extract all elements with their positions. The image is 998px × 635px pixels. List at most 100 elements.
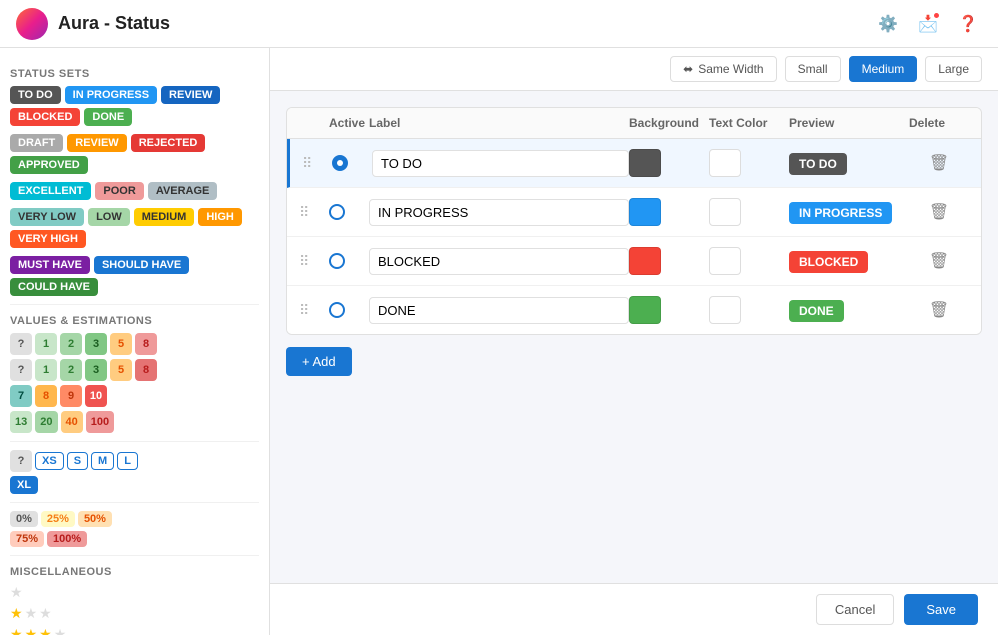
status-group-2: DRAFT REVIEW REJECTED APPROVED	[10, 134, 259, 174]
text-color-done[interactable]	[709, 296, 741, 324]
num-3b[interactable]: 3	[85, 359, 107, 381]
drag-handle-2[interactable]: ⠿	[299, 204, 329, 221]
radio-blocked[interactable]	[329, 253, 345, 269]
num-5a[interactable]: 5	[110, 333, 132, 355]
num-q[interactable]: ?	[10, 333, 32, 355]
radio-inprogress[interactable]	[329, 204, 345, 220]
pct-75[interactable]: 75%	[10, 531, 44, 547]
num-7[interactable]: 7	[10, 385, 32, 407]
radio-done[interactable]	[329, 302, 345, 318]
stars-1[interactable]: ★	[10, 584, 259, 601]
same-width-button[interactable]: ⬌ Same Width	[670, 56, 776, 82]
bg-swatch-blocked[interactable]	[629, 247, 661, 275]
pct-25[interactable]: 25%	[41, 511, 75, 527]
pct-100[interactable]: 100%	[47, 531, 87, 547]
num-13[interactable]: 13	[10, 411, 32, 433]
tag-average[interactable]: AVERAGE	[148, 182, 218, 200]
panel-footer: Cancel Save	[270, 583, 998, 635]
size-l[interactable]: L	[117, 452, 138, 470]
num-3a[interactable]: 3	[85, 333, 107, 355]
table-row: ⠿ BLOCKED 🗑	[287, 237, 981, 286]
table-row: ⠿ IN PROGRESS 🗑	[287, 188, 981, 237]
settings-icon[interactable]: ⚙️	[874, 10, 902, 38]
save-button[interactable]: Save	[904, 594, 978, 625]
tag-couldhave[interactable]: COULD HAVE	[10, 278, 98, 296]
radio-todo[interactable]	[332, 155, 348, 171]
help-icon[interactable]: ❓	[954, 10, 982, 38]
app-title: Aura - Status	[58, 13, 170, 34]
tag-poor[interactable]: POOR	[95, 182, 143, 200]
delete-blocked[interactable]: 🗑	[909, 247, 969, 275]
stars-2[interactable]: ★ ★ ★	[10, 605, 259, 622]
bg-swatch-inprogress[interactable]	[629, 198, 661, 226]
label-input-inprogress[interactable]	[369, 199, 629, 226]
table-row: ⠿ DONE 🗑	[287, 286, 981, 334]
tag-blocked[interactable]: BLOCKED	[10, 108, 80, 126]
num-5b[interactable]: 5	[110, 359, 132, 381]
num-10[interactable]: 10	[85, 385, 107, 407]
num-1a[interactable]: 1	[35, 333, 57, 355]
tag-done[interactable]: DONE	[84, 108, 132, 126]
label-input-todo[interactable]	[372, 150, 629, 177]
tag-inprogress[interactable]: IN PROGRESS	[65, 86, 157, 104]
status-group-3: EXCELLENT POOR AVERAGE	[10, 182, 259, 200]
panel-body: Active Label Background Text Color Previ…	[270, 91, 998, 583]
medium-button[interactable]: Medium	[849, 56, 918, 82]
tag-rejected[interactable]: REJECTED	[131, 134, 206, 152]
bg-swatch-todo[interactable]	[629, 149, 661, 177]
status-sets-title: Status Sets	[10, 68, 259, 80]
size-m[interactable]: M	[91, 452, 114, 470]
num-9[interactable]: 9	[60, 385, 82, 407]
delete-inprogress[interactable]: 🗑	[909, 198, 969, 226]
size-xs[interactable]: XS	[35, 452, 64, 470]
num-40[interactable]: 40	[61, 411, 83, 433]
num-8a[interactable]: 8	[135, 333, 157, 355]
num-1b[interactable]: 1	[35, 359, 57, 381]
tag-approved[interactable]: APPROVED	[10, 156, 88, 174]
num-q2[interactable]: ?	[10, 359, 32, 381]
size-s[interactable]: S	[67, 452, 88, 470]
small-button[interactable]: Small	[785, 56, 841, 82]
text-color-inprogress[interactable]	[709, 198, 741, 226]
label-input-blocked[interactable]	[369, 248, 629, 275]
cancel-button[interactable]: Cancel	[816, 594, 894, 625]
drag-handle-4[interactable]: ⠿	[299, 302, 329, 319]
tag-low[interactable]: LOW	[88, 208, 130, 226]
num-2b[interactable]: 2	[60, 359, 82, 381]
tag-veryhigh[interactable]: VERY HIGH	[10, 230, 86, 248]
large-button[interactable]: Large	[925, 56, 982, 82]
tag-medium[interactable]: MEDIUM	[134, 208, 195, 226]
stars-3[interactable]: ★ ★ ★ ★	[10, 626, 259, 635]
drag-handle-3[interactable]: ⠿	[299, 253, 329, 270]
tag-draft[interactable]: DRAFT	[10, 134, 63, 152]
tag-musthave[interactable]: MUST HAVE	[10, 256, 90, 274]
divider-2	[10, 441, 259, 442]
header-icons: ⚙️ 📩 ❓	[874, 10, 982, 38]
delete-todo[interactable]: 🗑	[909, 149, 969, 177]
text-color-blocked[interactable]	[709, 247, 741, 275]
tag-todo[interactable]: TO DO	[10, 86, 61, 104]
size-q[interactable]: ?	[10, 450, 32, 472]
tag-excellent[interactable]: EXCELLENT	[10, 182, 91, 200]
tag-verylow[interactable]: VERY LOW	[10, 208, 84, 226]
notifications-icon[interactable]: 📩	[914, 10, 942, 38]
col-textcolor-header: Text Color	[709, 116, 789, 130]
text-color-todo[interactable]	[709, 149, 741, 177]
pct-0[interactable]: 0%	[10, 511, 38, 527]
num-8c[interactable]: 8	[35, 385, 57, 407]
drag-handle-1[interactable]: ⠿	[302, 155, 332, 172]
size-xl[interactable]: XL	[10, 476, 38, 494]
tag-review-orange[interactable]: REVIEW	[67, 134, 126, 152]
bg-swatch-done[interactable]	[629, 296, 661, 324]
num-100[interactable]: 100	[86, 411, 114, 433]
tag-review[interactable]: REVIEW	[161, 86, 220, 104]
num-20[interactable]: 20	[35, 411, 57, 433]
delete-done[interactable]: 🗑	[909, 296, 969, 324]
num-2a[interactable]: 2	[60, 333, 82, 355]
pct-50[interactable]: 50%	[78, 511, 112, 527]
tag-high[interactable]: HIGH	[198, 208, 242, 226]
label-input-done[interactable]	[369, 297, 629, 324]
num-8b[interactable]: 8	[135, 359, 157, 381]
add-button[interactable]: + Add	[286, 347, 352, 376]
tag-shouldhave[interactable]: SHOULD HAVE	[94, 256, 189, 274]
